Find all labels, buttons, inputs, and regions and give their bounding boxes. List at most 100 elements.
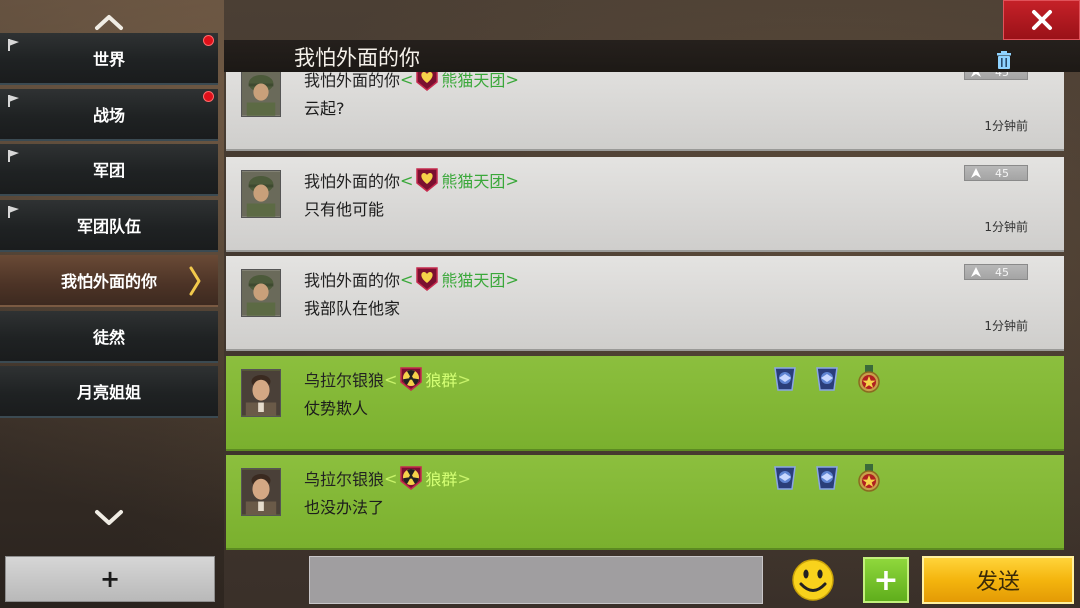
message-item-self: 乌拉尔银狼 < 狼群 > 仗势欺人 [226,356,1064,451]
more-options-button[interactable]: + [863,557,909,603]
message-list[interactable]: 我怕外面的你 < 熊猫天团 > 云起? 45 1分钟前 我怕外面的你 < 熊猫天… [226,72,1064,552]
soldier-avatar[interactable] [241,269,281,317]
eagle-medal-icon [772,364,798,394]
bracket-close: > [505,72,519,89]
chat-input[interactable] [309,556,763,604]
level-badge: 45 [964,165,1028,181]
eagle-medal-icon [772,463,798,493]
channel-label: 月亮姐姐 [76,383,141,402]
unread-dot [203,35,214,46]
guild-name: 熊猫天团 [441,271,506,290]
officer-avatar[interactable] [241,369,281,417]
heart-emblem-icon [415,266,439,292]
message-text: 我部队在他家 [304,299,401,318]
bracket-open: < [384,369,398,389]
channel-item-private-active[interactable]: 我怕外面的你 [0,255,218,307]
bracket-open: < [384,468,398,488]
soldier-avatar[interactable] [241,170,281,218]
eagle-medal-icon [814,463,840,493]
sender-name[interactable]: 我怕外面的你 [304,72,400,91]
message-item: 我怕外面的你 < 熊猫天团 > 只有他可能 45 1分钟前 [226,157,1064,252]
add-channel-button[interactable]: + [5,556,215,602]
send-button[interactable]: 发送 [922,556,1074,604]
message-item-self: 乌拉尔银狼 < 狼群 > 也没办法了 [226,455,1064,550]
officer-avatar[interactable] [241,468,281,516]
message-text: 也没办法了 [304,498,385,517]
channel-item-legion[interactable]: 军团 [0,144,218,196]
bracket-open: < [400,72,414,89]
bracket-close: > [457,369,471,389]
chat-panel: 我怕外面的你 我怕外面的你 < 熊猫天团 > 云起? 45 1分钟前 我怕外面的… [224,0,1080,608]
smiley-icon [792,559,834,601]
sender-line: 乌拉尔银狼 < 狼群 > [304,366,471,392]
flag-icon [8,94,19,107]
level-badge: 45 [964,264,1028,280]
sender-line: 我怕外面的你 < 熊猫天团 > [304,266,519,292]
channel-item-world[interactable]: 世界 [0,33,218,85]
guild-name: 熊猫天团 [441,172,506,191]
eagle-medal-icon [814,364,840,394]
rank-up-icon [971,168,981,178]
sender-name[interactable]: 乌拉尔银狼 [304,466,384,490]
soldier-avatar[interactable] [241,72,281,117]
bracket-open: < [400,170,414,190]
message-text: 云起? [304,99,345,118]
close-button[interactable] [1003,0,1080,40]
channel-sidebar: 世界 战场 军团 军团队伍 我怕外面的你 徒然 月亮姐姐 + [0,0,222,608]
flag-icon [8,205,19,218]
rank-up-icon [971,72,981,77]
channel-label: 世界 [92,50,125,69]
emoji-button[interactable] [791,557,835,603]
message-item: 我怕外面的你 < 熊猫天团 > 我部队在他家 45 1分钟前 [226,256,1064,351]
scroll-down-arrow[interactable] [0,502,218,534]
channel-item-battlefield[interactable]: 战场 [0,88,218,141]
bracket-open: < [400,269,414,289]
radiation-emblem-icon [399,366,423,392]
bracket-close: > [457,468,471,488]
unread-dot [203,90,214,102]
channel-list: 世界 战场 军团 军团队伍 我怕外面的你 徒然 月亮姐姐 [0,33,218,422]
heart-emblem-icon [415,72,439,92]
sender-name[interactable]: 乌拉尔银狼 [304,367,384,391]
star-medal-icon [856,364,882,394]
sender-name[interactable]: 我怕外面的你 [304,168,400,192]
sender-name[interactable]: 我怕外面的你 [304,267,400,291]
guild-name: 狼群 [425,470,458,489]
channel-label: 战场 [92,105,125,125]
close-icon [1031,10,1052,30]
sender-line: 乌拉尔银狼 < 狼群 > [304,465,471,491]
chevron-right-icon [189,266,201,296]
channel-label: 我怕外面的你 [60,272,157,291]
sender-line: 我怕外面的你 < 熊猫天团 > [304,72,519,92]
radiation-emblem-icon [399,465,423,491]
channel-item-private[interactable]: 月亮姐姐 [0,366,218,418]
message-time: 1分钟前 [984,319,1028,333]
level-badge: 45 [964,72,1028,80]
star-medal-icon [856,463,882,493]
guild-name: 狼群 [425,371,458,390]
heart-emblem-icon [415,167,439,193]
message-item: 我怕外面的你 < 熊猫天团 > 云起? 45 1分钟前 [226,72,1064,151]
channel-label: 军团 [92,161,125,180]
rank-up-icon [971,267,981,277]
message-time: 1分钟前 [984,220,1028,234]
guild-name: 熊猫天团 [441,72,506,90]
message-text: 只有他可能 [304,200,385,219]
page-title: 我怕外面的你 [294,46,420,70]
channel-item-private[interactable]: 徒然 [0,310,218,363]
message-time: 1分钟前 [984,119,1028,133]
flag-icon [8,39,19,51]
bracket-close: > [505,269,519,289]
level-value: 45 [995,265,1009,279]
level-value: 45 [995,72,1009,79]
channel-label: 徒然 [92,327,125,347]
channel-item-legion-team[interactable]: 军团队伍 [0,199,218,252]
bracket-close: > [505,170,519,190]
sender-line: 我怕外面的你 < 熊猫天团 > [304,167,519,193]
flag-icon [8,150,19,162]
level-value: 45 [995,166,1009,180]
input-bar: + 发送 [224,552,1080,608]
channel-label: 军团队伍 [76,216,141,236]
trash-icon[interactable] [994,50,1014,70]
message-text: 仗势欺人 [304,399,369,418]
